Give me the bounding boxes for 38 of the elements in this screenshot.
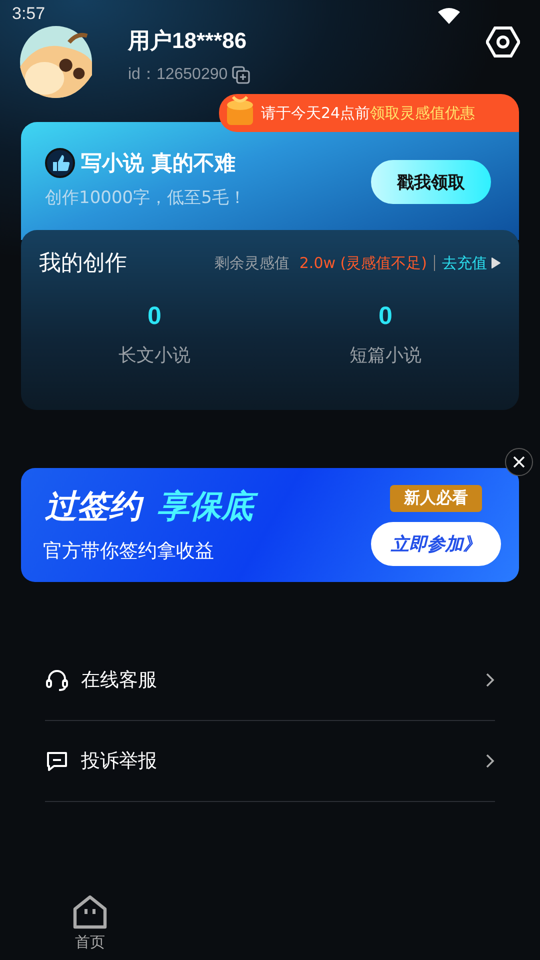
- close-icon: [513, 456, 525, 468]
- menu-item[interactable]: 在线客服: [45, 640, 495, 721]
- promo-text: 请于今天24点前领取灵感值优惠: [261, 104, 476, 122]
- banner-title: 写小说 真的不难: [81, 150, 236, 177]
- stat-label: 短篇小说: [350, 344, 422, 367]
- ad-title-highlight: 享保底: [155, 486, 259, 528]
- avatar: [20, 26, 92, 98]
- copy-icon[interactable]: [232, 66, 250, 84]
- settings-icon[interactable]: [486, 26, 520, 58]
- play-arrow-icon: [491, 257, 501, 269]
- thumbs-up-icon: [45, 148, 75, 178]
- section-title: 我的创作: [39, 250, 127, 278]
- ad-subtitle: 官方带你签约拿收益: [43, 538, 215, 564]
- balance-value: 2.0w (灵感值不足): [299, 254, 427, 272]
- claim-button[interactable]: 戳我领取: [371, 160, 491, 204]
- gift-icon: [225, 93, 255, 127]
- username: 用户18***86: [128, 27, 248, 55]
- ad-title: 过签约: [43, 486, 147, 528]
- stat-label: 长文小说: [118, 344, 190, 367]
- recharge-link[interactable]: 去充值: [442, 254, 487, 272]
- status-time: 3:57: [12, 4, 46, 24]
- close-button[interactable]: [505, 448, 533, 476]
- stat-count: 0: [378, 302, 392, 331]
- chevron-right-icon: [485, 672, 495, 688]
- new-user-tag: 新人必看: [390, 484, 482, 512]
- menu-item[interactable]: 投诉举报: [45, 721, 495, 802]
- chat-icon: [45, 749, 69, 773]
- join-button[interactable]: 立即参加》: [371, 522, 501, 566]
- chevron-right-icon: [485, 753, 495, 769]
- headset-icon: [45, 668, 69, 692]
- banner-subtitle: 创作10000字，低至5毛！: [45, 187, 246, 209]
- wifi-icon: [438, 8, 460, 24]
- balance-label: 剩余灵感值: [214, 254, 290, 272]
- nav-tab[interactable]: 首页: [0, 895, 180, 952]
- home-icon: [72, 895, 108, 929]
- signing-ad-banner[interactable]: 过签约 享保底 官方带你签约拿收益 新人必看 立即参加》: [21, 468, 519, 582]
- stat-count: 0: [148, 302, 162, 331]
- user-id: id：12650290: [128, 65, 228, 85]
